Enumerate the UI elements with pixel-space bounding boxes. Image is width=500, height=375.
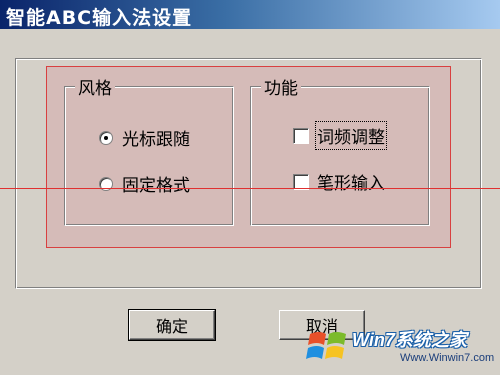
watermark-name: Win7系统之家	[352, 330, 467, 350]
annotation-line	[0, 188, 500, 189]
radio-fixed-format[interactable]: 固定格式	[99, 171, 190, 196]
checkbox-word-frequency-box[interactable]	[293, 127, 309, 144]
site-watermark: Win7系统之家 Www.Winwin7.com	[300, 318, 500, 375]
radio-button-selected[interactable]	[99, 130, 113, 145]
radio-fixed-format-label: 固定格式	[122, 176, 190, 196]
style-group-legend: 风格	[75, 74, 115, 99]
style-groupbox: 风格 光标跟随 固定格式	[64, 74, 234, 226]
window-title: 智能ABC输入法设置	[6, 7, 193, 29]
radio-cursor-follow[interactable]: 光标跟随	[99, 125, 190, 150]
title-bar[interactable]: 智能ABC输入法设置	[0, 0, 500, 29]
radio-cursor-follow-label: 光标跟随	[122, 130, 190, 150]
checkbox-stroke-input-label: 笔形输入	[317, 174, 385, 194]
windows-logo-icon	[306, 332, 346, 359]
ok-button[interactable]: 确定	[128, 309, 216, 341]
checkbox-word-frequency[interactable]: 词频调整	[293, 121, 387, 150]
function-group-legend: 功能	[261, 74, 301, 99]
checkbox-stroke-input[interactable]: 笔形输入	[293, 169, 385, 194]
function-groupbox: 功能 词频调整 笔形输入	[250, 74, 430, 226]
watermark-url: Www.Winwin7.com	[400, 352, 495, 364]
checkbox-word-frequency-label: 词频调整	[315, 121, 387, 150]
